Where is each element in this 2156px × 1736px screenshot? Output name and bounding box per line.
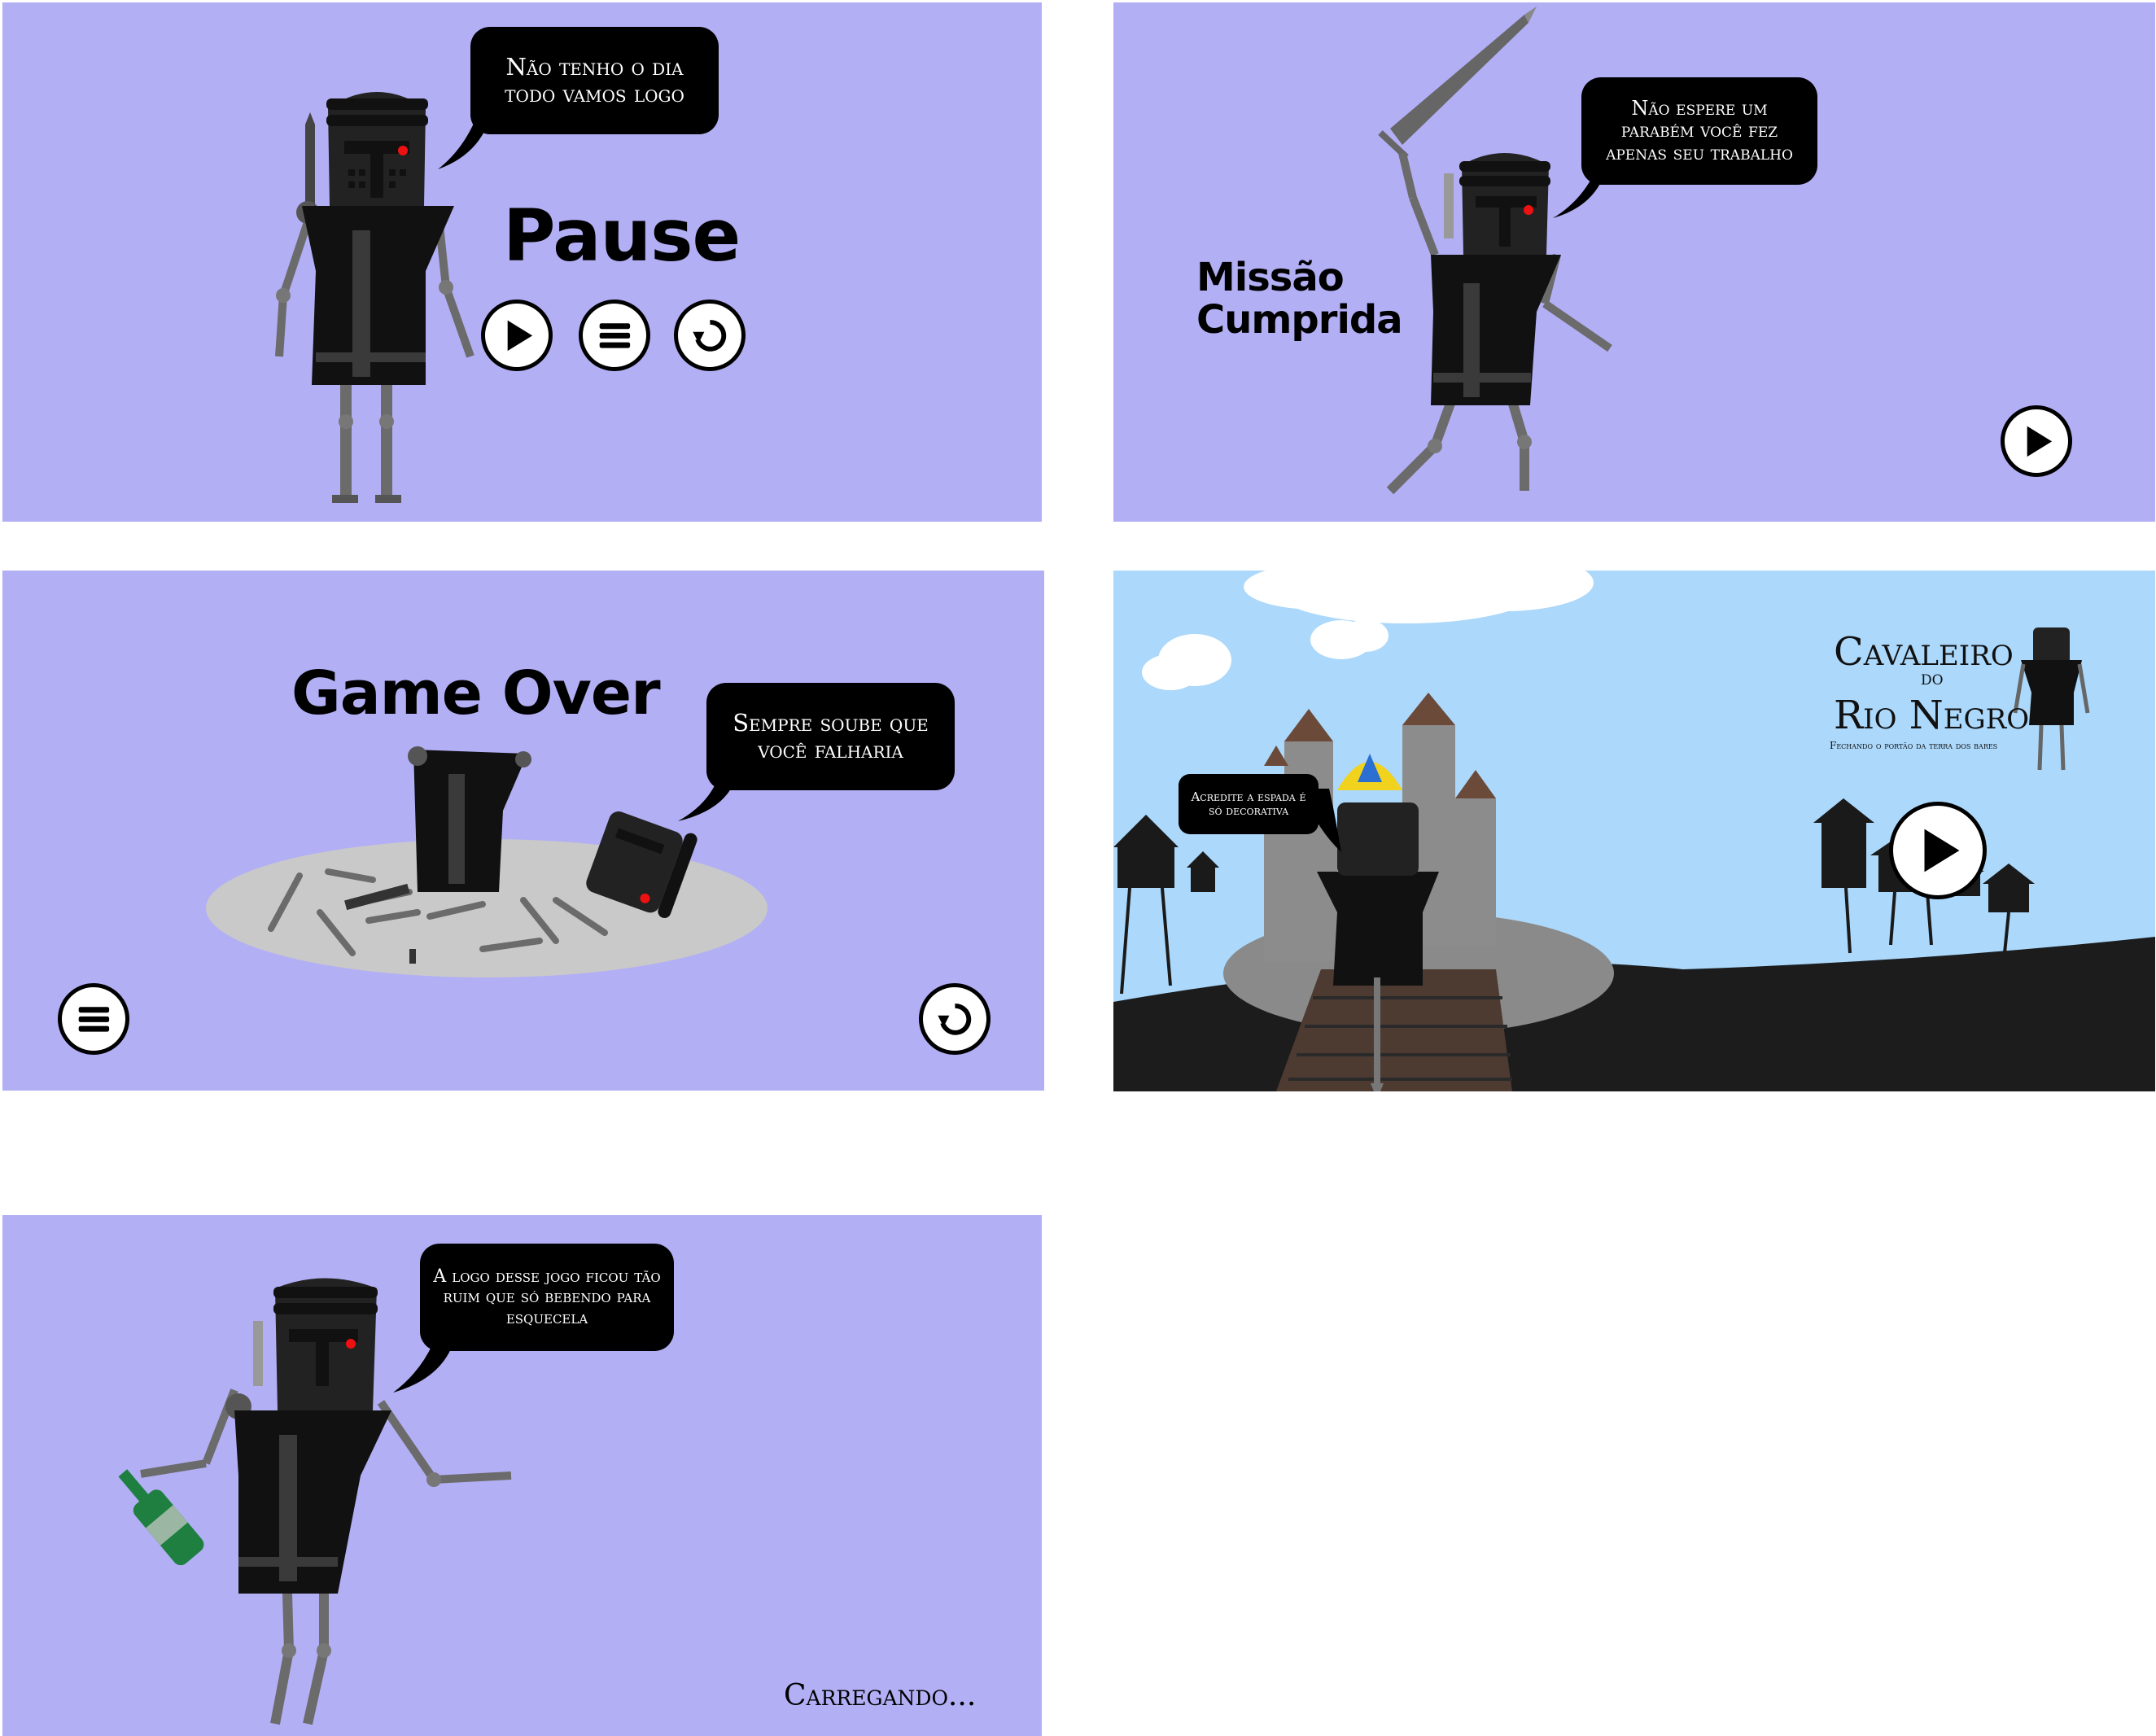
restart-icon — [692, 319, 726, 352]
speech-bubble: Não tenho o dia todo vamos logo — [470, 27, 719, 134]
game-subtitle: Fechando o portão da terra dos bares — [1830, 740, 1998, 751]
menu-icon — [78, 1006, 109, 1032]
page-title: Pause — [503, 194, 741, 278]
play-icon — [1924, 829, 1960, 872]
speech-bubble: A logo desse jogo ficou tão ruim que só … — [420, 1244, 674, 1351]
menu-button[interactable] — [579, 300, 650, 371]
play-icon — [507, 320, 532, 351]
loading-text: Carregando... — [784, 1679, 977, 1712]
game-title-line3: Rio Negro — [1834, 693, 2030, 738]
page-title-line2: Cumprida — [1196, 297, 1403, 343]
title-screen: Cavaleiro do Rio Negro Fechando o portão… — [1113, 571, 2155, 1091]
speech-bubble: Acredite a espada é só decorativa — [1179, 774, 1319, 834]
speech-bubble: Não espere um parabém você fez apenas se… — [1581, 77, 1817, 185]
page-title-line1: Missão — [1196, 255, 1345, 300]
resume-button[interactable] — [481, 300, 553, 371]
loading-screen: A logo desse jogo ficou tão ruim que só … — [2, 1215, 1042, 1736]
next-button[interactable] — [2001, 405, 2072, 477]
speech-bubble: Sempre soube que você falharia — [706, 683, 955, 790]
menu-icon — [599, 322, 630, 348]
menu-button[interactable] — [58, 983, 129, 1055]
page-title: Game Over — [291, 658, 661, 728]
restart-button[interactable] — [919, 983, 991, 1055]
mission-complete-screen: Não espere um parabém você fez apenas se… — [1113, 2, 2155, 522]
play-button[interactable] — [1889, 802, 1987, 899]
restart-icon — [937, 1003, 971, 1035]
game-over-screen: Game Over Sempre soube que você falharia — [2, 571, 1044, 1091]
restart-button[interactable] — [674, 300, 746, 371]
play-icon — [2027, 426, 2052, 457]
broken-knight-illustration — [206, 746, 768, 977]
pause-screen: Não tenho o dia todo vamos logo Pause — [2, 2, 1042, 522]
game-title-line2: do — [1921, 667, 1944, 689]
